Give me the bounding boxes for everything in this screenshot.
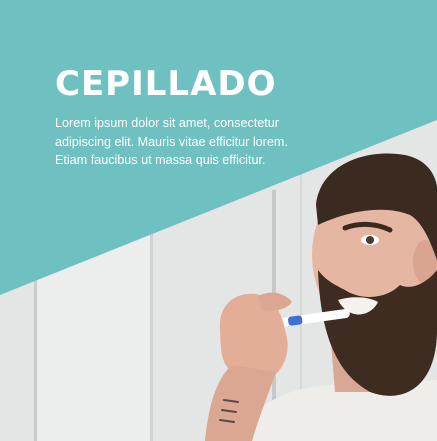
page-title: CEPILLADO: [55, 64, 277, 104]
hero-card: CEPILLADO Lorem ipsum dolor sit amet, co…: [0, 0, 437, 441]
description-text: Lorem ipsum dolor sit amet, consectetur …: [55, 116, 288, 167]
